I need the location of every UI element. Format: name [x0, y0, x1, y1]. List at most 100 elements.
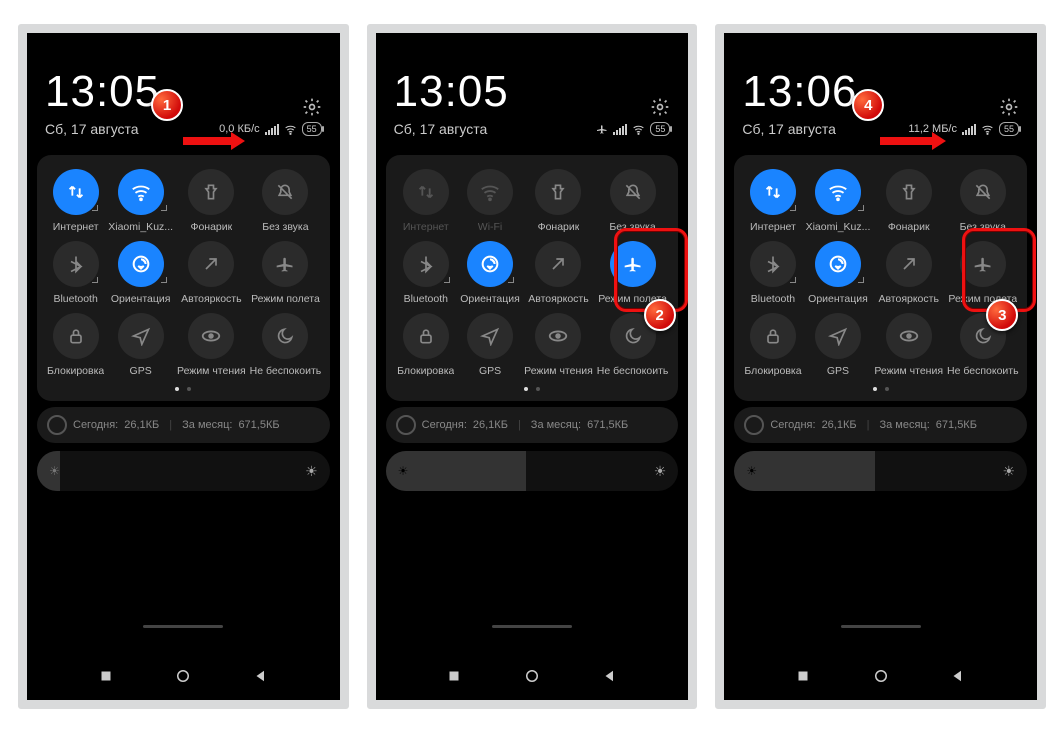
brightness-slider[interactable]: ☀☀ [37, 451, 330, 491]
qs-tile-data[interactable]: Интернет [47, 169, 104, 233]
gps-icon [118, 313, 164, 359]
qs-tile-bright[interactable]: Автояркость [874, 241, 943, 305]
qs-tile-wifi[interactable]: Wi-Fi [460, 169, 520, 233]
expand-indicator-icon [790, 205, 796, 211]
flashlight-icon [188, 169, 234, 215]
qs-tile-read[interactable]: Режим чтения [177, 313, 246, 377]
brightness-low-icon: ☀ [746, 464, 757, 478]
wifi-status-icon [981, 123, 994, 136]
data-usage-bar[interactable]: Сегодня: 26,1КБ|За месяц: 671,5КБ [37, 407, 330, 443]
date-label: Сб, 17 августа [742, 121, 836, 137]
qs-tile-data[interactable]: Интернет [396, 169, 456, 233]
annotation-marker-1: 1 [151, 89, 183, 121]
qs-tile-mute[interactable]: Без звука [250, 169, 322, 233]
qs-tile-gps[interactable]: GPS [460, 313, 520, 377]
date-label: Сб, 17 августа [394, 121, 488, 137]
qs-tile-mute[interactable]: Без звука [947, 169, 1019, 233]
tile-label: Не беспокоить [250, 365, 322, 377]
gear-icon[interactable] [650, 97, 670, 117]
home-button[interactable] [523, 667, 541, 685]
tile-label: GPS [130, 365, 152, 377]
phone-screen-2: 13:05 Сб, 17 августа 55 ИнтернетWi-Fi Фонари… [367, 24, 698, 709]
dnd-icon [262, 313, 308, 359]
qs-tile-bt[interactable]: Bluetooth [47, 241, 104, 305]
brightness-slider[interactable]: ☀☀ [386, 451, 679, 491]
page-indicator [744, 387, 1017, 391]
tile-label: Без звука [609, 221, 655, 233]
gear-icon[interactable] [302, 97, 322, 117]
back-button[interactable] [252, 667, 270, 685]
qs-tile-bt[interactable]: Bluetooth [396, 241, 456, 305]
tile-label: Интернет [53, 221, 99, 233]
qs-tile-plane[interactable]: Режим полета [597, 241, 669, 305]
qs-tile-wifi[interactable]: Xiaomi_Kuz... [108, 169, 173, 233]
tile-label: Автояркость [181, 293, 242, 305]
clock-time: 13:05 [394, 67, 509, 117]
tile-label: Ориентация [460, 293, 520, 305]
data-usage-bar[interactable]: Сегодня: 26,1КБ|За месяц: 671,5КБ [386, 407, 679, 443]
home-button[interactable] [872, 667, 890, 685]
qs-tile-orient[interactable]: Ориентация [108, 241, 173, 305]
tile-label: Блокировка [744, 365, 801, 377]
qs-tile-orient[interactable]: Ориентация [460, 241, 520, 305]
page-indicator [396, 387, 669, 391]
qs-tile-flash[interactable]: Фонарик [177, 169, 246, 233]
qs-tile-wifi[interactable]: Xiaomi_Kuz... [806, 169, 871, 233]
qs-tile-bright[interactable]: Автояркость [177, 241, 246, 305]
wifi-icon [815, 169, 861, 215]
orientation-lock-icon [815, 241, 861, 287]
recent-apps-button[interactable] [445, 667, 463, 685]
qs-tile-read[interactable]: Режим чтения [524, 313, 593, 377]
tile-label: GPS [827, 365, 849, 377]
qs-tile-read[interactable]: Режим чтения [874, 313, 943, 377]
mute-icon [960, 169, 1006, 215]
tile-label: GPS [479, 365, 501, 377]
battery-indicator: 55 [302, 122, 322, 136]
qs-tile-lock[interactable]: Блокировка [744, 313, 801, 377]
qs-tile-plane[interactable]: Режим полета [947, 241, 1019, 305]
battery-indicator: 55 [650, 122, 670, 136]
qs-tile-plane[interactable]: Режим полета [250, 241, 322, 305]
flashlight-icon [886, 169, 932, 215]
airplane-icon [610, 241, 656, 287]
back-button[interactable] [949, 667, 967, 685]
tile-label: Ориентация [808, 293, 868, 305]
navigation-bar [27, 652, 340, 700]
qs-tile-gps[interactable]: GPS [108, 313, 173, 377]
clock-time: 13:05 [45, 67, 160, 117]
qs-tile-dnd[interactable]: Не беспокоить [250, 313, 322, 377]
gear-icon[interactable] [999, 97, 1019, 117]
lock-icon [403, 313, 449, 359]
qs-tile-flash[interactable]: Фонарик [524, 169, 593, 233]
brightness-low-icon: ☀ [398, 464, 409, 478]
expand-indicator-icon [161, 205, 167, 211]
qs-tile-gps[interactable]: GPS [806, 313, 871, 377]
phone-screen-3: 13:06Сб, 17 августа11,2 МБ/с55ИнтернетXi… [715, 24, 1046, 709]
navigation-bar [724, 652, 1037, 700]
recent-apps-button[interactable] [97, 667, 115, 685]
qs-tile-data[interactable]: Интернет [744, 169, 801, 233]
quick-settings-panel: ИнтернетWi-Fi Фонарик Без звука Bluetooth Ор… [386, 155, 679, 401]
data-usage-bar[interactable]: Сегодня: 26,1КБ|За месяц: 671,5КБ [734, 407, 1027, 443]
qs-tile-mute[interactable]: Без звука [597, 169, 669, 233]
tile-label: Bluetooth [404, 293, 448, 305]
orientation-lock-icon [467, 241, 513, 287]
qs-tile-lock[interactable]: Блокировка [47, 313, 104, 377]
battery-indicator: 55 [999, 122, 1019, 136]
qs-tile-lock[interactable]: Блокировка [396, 313, 456, 377]
tile-label: Не беспокоить [947, 365, 1019, 377]
qs-tile-bt[interactable]: Bluetooth [744, 241, 801, 305]
recent-apps-button[interactable] [794, 667, 812, 685]
tile-label: Фонарик [538, 221, 580, 233]
tile-label: Блокировка [397, 365, 454, 377]
back-button[interactable] [601, 667, 619, 685]
airplane-status-icon [596, 123, 608, 135]
tile-label: Ориентация [111, 293, 171, 305]
brightness-slider[interactable]: ☀☀ [734, 451, 1027, 491]
qs-tile-orient[interactable]: Ориентация [806, 241, 871, 305]
brightness-high-icon: ☀ [654, 463, 667, 480]
home-button[interactable] [174, 667, 192, 685]
qs-tile-bright[interactable]: Автояркость [524, 241, 593, 305]
qs-tile-flash[interactable]: Фонарик [874, 169, 943, 233]
expand-indicator-icon [444, 277, 450, 283]
